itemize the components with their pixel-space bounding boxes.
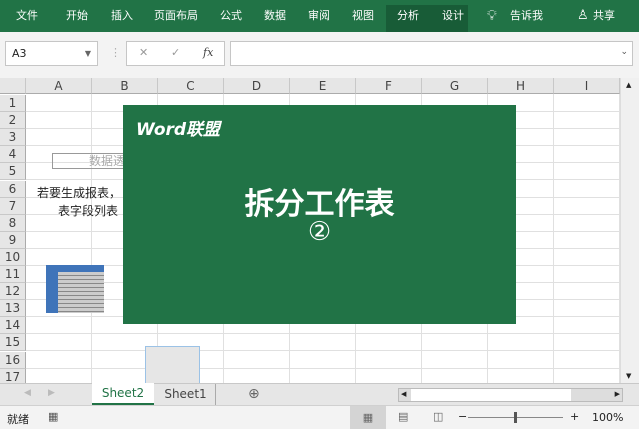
tab-home[interactable]: 开始 — [66, 0, 88, 32]
drag-handle-icon[interactable]: ⋮ — [110, 46, 121, 59]
gridline — [26, 333, 620, 335]
column-header[interactable]: A — [26, 78, 92, 94]
scroll-left-icon[interactable]: ◀ — [401, 390, 406, 398]
row-header[interactable]: 11 — [0, 266, 26, 283]
column-header[interactable]: B — [92, 78, 158, 94]
status-bar: 就绪 ▦ ▦ ▤ ◫ − + 100% — [0, 405, 639, 429]
lightbulb-icon[interactable]: 💡︎ — [487, 0, 497, 32]
column-header[interactable]: E — [290, 78, 356, 94]
formula-input[interactable]: ⌄ — [230, 41, 633, 66]
tab-insert[interactable]: 插入 — [111, 0, 133, 32]
row-header[interactable]: 3 — [0, 129, 26, 147]
tab-design[interactable]: 设计 — [442, 0, 464, 32]
tab-review[interactable]: 审阅 — [308, 0, 330, 32]
normal-view-icon[interactable]: ▦ — [350, 406, 386, 429]
tab-data[interactable]: 数据 — [264, 0, 286, 32]
pivot-table-icon — [46, 265, 104, 313]
tab-page-layout[interactable]: 页面布局 — [154, 0, 198, 32]
select-all[interactable] — [0, 78, 26, 94]
gridline — [91, 94, 92, 383]
next-sheet-icon[interactable]: ▶ — [48, 388, 55, 398]
zoom-slider[interactable] — [468, 412, 563, 423]
name-box[interactable]: A3 ▼ — [5, 41, 98, 66]
row-header[interactable]: 2 — [0, 112, 26, 130]
column-header[interactable]: F — [356, 78, 422, 94]
share-button[interactable]: 共享 — [593, 0, 615, 32]
column-header[interactable]: I — [554, 78, 620, 94]
scroll-up-icon[interactable]: ▲ — [626, 81, 631, 89]
row-header[interactable]: 6 — [0, 180, 26, 198]
tab-view[interactable]: 视图 — [352, 0, 374, 32]
overlay-number: ② — [307, 217, 332, 247]
page-layout-view-icon[interactable]: ▤ — [398, 410, 408, 423]
page-break-view-icon[interactable]: ◫ — [433, 410, 443, 423]
enter-icon[interactable]: ✓ — [171, 46, 180, 59]
tab-formulas[interactable]: 公式 — [220, 0, 242, 32]
zoom-in-button[interactable]: + — [570, 410, 579, 423]
row-header[interactable]: 14 — [0, 317, 26, 335]
logo: Word联盟 — [136, 120, 221, 140]
row-header[interactable]: 15 — [0, 334, 26, 352]
pivot-hint-1: 若要生成报表， — [37, 186, 122, 200]
row-header[interactable]: 13 — [0, 300, 26, 318]
zoom-level[interactable]: 100% — [592, 411, 623, 424]
pivot-fields-icon — [145, 346, 200, 383]
row-header[interactable]: 12 — [0, 283, 26, 301]
scroll-down-icon[interactable]: ▼ — [626, 372, 631, 380]
title-overlay: Word联盟 拆分工作表 ② — [123, 105, 516, 324]
row-header[interactable]: 10 — [0, 248, 26, 266]
macro-record-icon[interactable]: ▦ — [48, 410, 58, 423]
name-box-value: A3 — [12, 47, 27, 60]
tab-analyze[interactable]: 分析 — [397, 0, 419, 32]
gridline — [26, 367, 620, 369]
sheet-tab-sheet2[interactable]: Sheet2 — [92, 383, 154, 405]
add-sheet-icon[interactable]: ⊕ — [248, 386, 260, 402]
row-header[interactable]: 8 — [0, 214, 26, 232]
row-header[interactable]: 16 — [0, 351, 26, 369]
status-ready: 就绪 — [7, 413, 29, 426]
sheet-tab-sheet1[interactable]: Sheet1 — [156, 384, 216, 405]
formula-bar: A3 ▼ ⋮ ✕ ✓ fx ⌄ — [0, 32, 639, 78]
cancel-icon[interactable]: ✕ — [139, 46, 148, 59]
gridline — [26, 350, 620, 352]
row-header[interactable]: 1 — [0, 95, 26, 112]
column-header[interactable]: G — [422, 78, 488, 94]
pivot-title: 数据透 — [89, 154, 126, 168]
formula-buttons: ✕ ✓ fx — [126, 41, 225, 66]
tell-me[interactable]: 告诉我 — [510, 0, 543, 32]
zoom-out-button[interactable]: − — [458, 410, 467, 423]
gridline — [553, 94, 554, 383]
row-header[interactable]: 9 — [0, 231, 26, 249]
user-add-icon[interactable]: ♙ — [577, 0, 589, 32]
insert-function-icon[interactable]: fx — [203, 46, 213, 59]
expand-icon[interactable]: ⌄ — [620, 47, 628, 57]
column-header[interactable]: H — [488, 78, 554, 94]
horizontal-scrollbar[interactable]: ◀ ▶ — [398, 388, 623, 402]
pivot-hint-2: 表字段列表 — [58, 204, 119, 218]
row-header[interactable]: 17 — [0, 368, 26, 383]
sheet-tabs-bar: ◀ ▶ Sheet2 Sheet1 ⊕ ◀ ▶ — [0, 383, 639, 405]
chevron-down-icon[interactable]: ▼ — [85, 42, 91, 65]
zoom-slider-thumb[interactable] — [514, 412, 517, 423]
column-header[interactable]: C — [158, 78, 224, 94]
row-header[interactable]: 7 — [0, 197, 26, 215]
scroll-right-icon[interactable]: ▶ — [615, 390, 620, 398]
prev-sheet-icon[interactable]: ◀ — [24, 388, 31, 398]
row-header[interactable]: 5 — [0, 163, 26, 181]
row-header[interactable]: 4 — [0, 146, 26, 164]
tab-file[interactable]: 文件 — [16, 0, 38, 32]
vertical-scrollbar[interactable]: ▲ ▼ — [620, 78, 639, 383]
ribbon: 文件 开始 插入 页面布局 公式 数据 审阅 视图 分析 设计 💡︎ 告诉我 ♙… — [0, 0, 639, 32]
column-header[interactable]: D — [224, 78, 290, 94]
